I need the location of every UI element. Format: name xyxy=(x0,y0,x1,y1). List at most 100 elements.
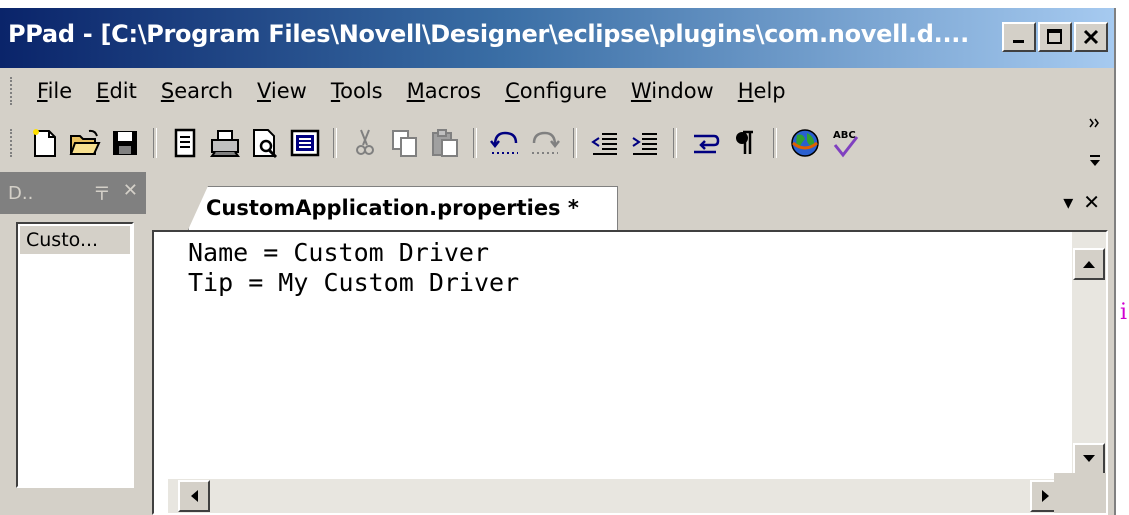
minimize-icon xyxy=(1013,40,1024,43)
menu-search-mnemonic: S xyxy=(160,79,175,103)
menu-view-mnemonic: V xyxy=(257,79,271,103)
menu-view[interactable]: View xyxy=(245,79,319,103)
new-file-button[interactable] xyxy=(27,125,63,161)
menu-configure[interactable]: Configure xyxy=(493,79,619,103)
menu-search-label: earch xyxy=(174,79,234,103)
svg-text:ABC: ABC xyxy=(833,130,856,141)
menu-window[interactable]: Window xyxy=(619,79,726,103)
indent-icon xyxy=(632,133,657,155)
scrollbar-corner xyxy=(1054,473,1106,513)
globe-icon xyxy=(791,129,819,157)
arrow-down-icon xyxy=(1083,455,1095,462)
menu-tools-mnemonic: T xyxy=(330,79,341,103)
text-editor[interactable]: Name = Custom Driver Tip = My Custom Driv… xyxy=(152,230,1108,515)
list-item[interactable]: Custo... xyxy=(20,226,130,254)
menu-view-label: iew xyxy=(270,79,307,103)
indent-button[interactable] xyxy=(627,125,663,161)
print-preview-button[interactable] xyxy=(247,125,283,161)
menu-help-label: elp xyxy=(753,79,786,103)
paste-button[interactable] xyxy=(427,125,463,161)
cut-button[interactable] xyxy=(347,125,383,161)
toolbar-separator xyxy=(473,128,477,158)
menu-edit[interactable]: Edit xyxy=(84,79,149,103)
menu-configure-mnemonic: C xyxy=(505,79,520,103)
toolbar-separator xyxy=(333,128,337,158)
page-setup-button[interactable] xyxy=(287,125,323,161)
outdent-button[interactable] xyxy=(587,125,623,161)
background-text-fragment: i xyxy=(1120,300,1128,325)
menu-macros-label: acros xyxy=(424,79,482,103)
window-title: PPad - [C:\Program Files\Novell\Designer… xyxy=(8,20,969,48)
outdent-icon xyxy=(591,133,617,155)
code-line: Tip = My Custom Driver xyxy=(188,268,520,297)
pin-icon[interactable]: 〒 xyxy=(93,180,111,206)
menu-edit-mnemonic: E xyxy=(96,79,110,103)
customize-icon xyxy=(1090,155,1100,166)
left-panel: D.. 〒 ✕ Custo... xyxy=(0,172,146,515)
scroll-down-button[interactable] xyxy=(1073,443,1105,475)
horizontal-scrollbar[interactable] xyxy=(168,479,1062,513)
word-wrap-button[interactable] xyxy=(687,125,723,161)
browser-button[interactable] xyxy=(787,125,823,161)
menu-macros[interactable]: Macros xyxy=(395,79,494,103)
left-panel-title: D.. xyxy=(8,182,34,204)
page-setup-icon xyxy=(290,129,320,157)
paste-icon xyxy=(432,129,458,157)
print-button[interactable] xyxy=(207,125,243,161)
menu-file-mnemonic: F xyxy=(37,79,48,103)
close-icon xyxy=(1083,29,1099,45)
menu-file-label: ile xyxy=(47,79,73,103)
toolbar: ABC xyxy=(0,114,1114,172)
menu-grip[interactable] xyxy=(10,77,15,105)
code-content[interactable]: Name = Custom Driver Tip = My Custom Driv… xyxy=(188,238,519,298)
window-controls xyxy=(1002,22,1108,52)
open-button[interactable] xyxy=(67,125,103,161)
properties-icon xyxy=(174,128,196,158)
redo-button[interactable] xyxy=(527,125,563,161)
vertical-scrollbar[interactable] xyxy=(1072,232,1106,475)
menu-macros-mnemonic: M xyxy=(406,79,425,103)
close-icon[interactable]: ✕ xyxy=(123,180,138,206)
tab-controls: ▾ ✕ xyxy=(1063,190,1100,214)
tab-label: CustomApplication.properties * xyxy=(206,196,579,220)
properties-button[interactable] xyxy=(167,125,203,161)
undo-icon xyxy=(490,131,518,154)
toolbar-separator xyxy=(773,128,777,158)
chevron-down-icon[interactable]: ▾ xyxy=(1063,190,1073,214)
minimize-button[interactable] xyxy=(1002,22,1036,52)
arrow-right-icon xyxy=(1042,490,1049,502)
title-bar[interactable]: PPad - [C:\Program Files\Novell\Designer… xyxy=(0,8,1114,68)
toolbar-separator xyxy=(573,128,577,158)
arrow-left-icon xyxy=(191,490,198,502)
close-button[interactable] xyxy=(1074,22,1108,52)
menu-configure-label: onfigure xyxy=(519,79,607,103)
close-icon[interactable]: ✕ xyxy=(1083,190,1100,214)
arrow-up-icon xyxy=(1083,261,1095,268)
scroll-up-button[interactable] xyxy=(1073,248,1105,280)
show-formatting-button[interactable] xyxy=(727,125,763,161)
scroll-left-button[interactable] xyxy=(178,480,210,512)
copy-button[interactable] xyxy=(387,125,423,161)
ppad-window: PPad - [C:\Program Files\Novell\Designer… xyxy=(0,8,1116,515)
menu-bar: File Edit Search View Tools Macros Confi… xyxy=(0,68,1114,114)
menu-window-label: indow xyxy=(651,79,714,103)
print-preview-icon xyxy=(253,129,278,159)
menu-help[interactable]: Help xyxy=(726,79,798,103)
menu-file[interactable]: File xyxy=(25,79,84,103)
print-icon xyxy=(210,130,240,157)
undo-button[interactable] xyxy=(487,125,523,161)
menu-search[interactable]: Search xyxy=(149,79,245,103)
menu-window-mnemonic: W xyxy=(630,79,652,103)
maximize-button[interactable] xyxy=(1038,22,1072,52)
pilcrow-icon xyxy=(736,130,753,154)
menu-tools-label: ools xyxy=(340,79,383,103)
save-button[interactable] xyxy=(107,125,143,161)
toolbar-grip[interactable] xyxy=(10,129,15,157)
copy-icon xyxy=(392,130,417,157)
chevron-right-icon xyxy=(1089,118,1099,128)
left-panel-list: Custo... xyxy=(16,222,134,488)
menu-tools[interactable]: Tools xyxy=(319,79,395,103)
toolbar-overflow[interactable] xyxy=(1088,118,1102,168)
spellcheck-button[interactable]: ABC xyxy=(827,125,863,161)
menu-help-mnemonic: H xyxy=(737,79,754,103)
